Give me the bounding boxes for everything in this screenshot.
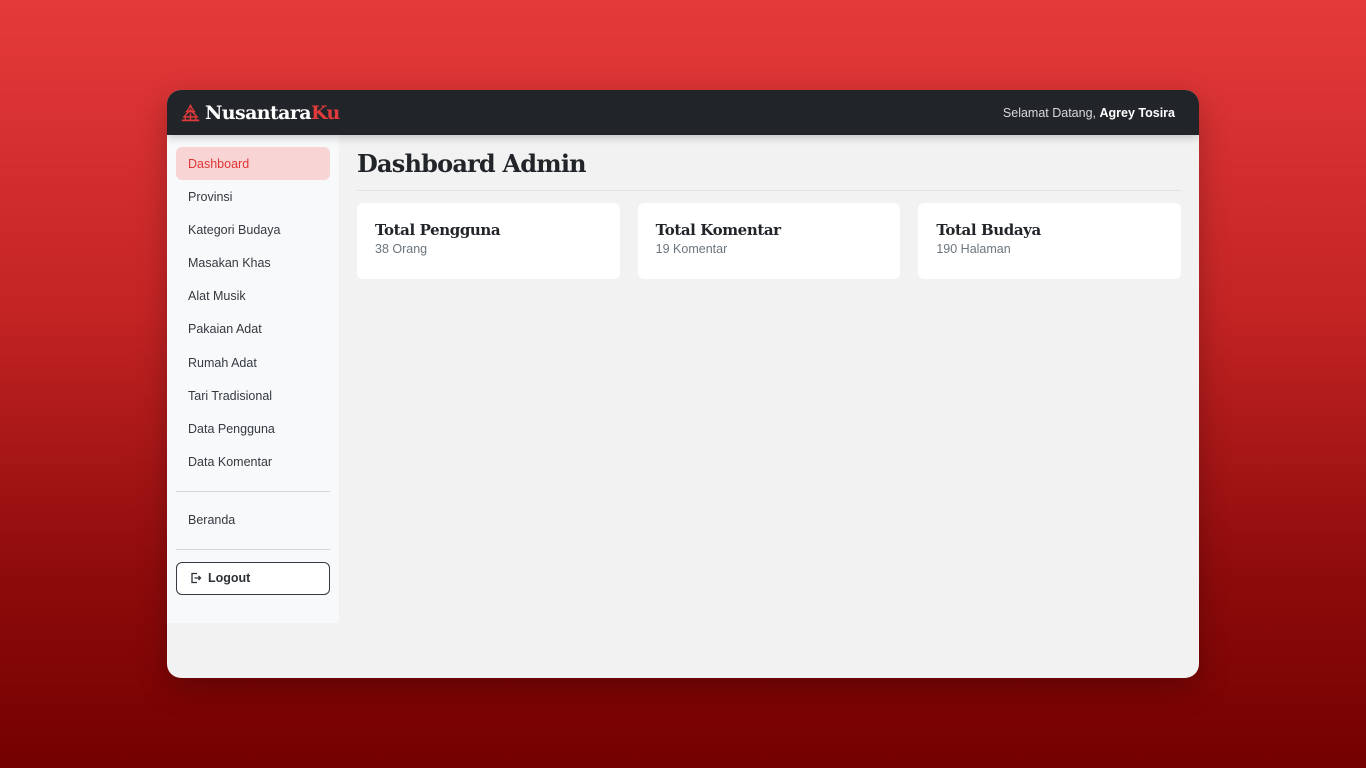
title-divider [357,190,1181,191]
brand-logo[interactable]: NusantaraKu [180,102,340,124]
sidebar-item-beranda[interactable]: Beranda [176,504,330,537]
top-navbar: NusantaraKu Selamat Datang, Agrey Tosira [167,90,1199,135]
sidebar-item-label: Pakaian Adat [188,322,262,337]
user-name: Agrey Tosira [1099,105,1176,120]
sidebar-item-masakan-khas[interactable]: Masakan Khas [176,247,330,280]
sidebar-item-rumah-adat[interactable]: Rumah Adat [176,346,330,379]
welcome-greeting: Selamat Datang, Agrey Tosira [1003,106,1175,120]
temple-icon [181,103,200,122]
sidebar-item-data-komentar[interactable]: Data Komentar [176,446,330,479]
app-window: NusantaraKu Selamat Datang, Agrey Tosira… [167,90,1199,678]
sidebar-item-label: Beranda [188,513,236,528]
stat-card-total-budaya: Total Budaya 190 Halaman [918,203,1182,279]
sidebar-item-label: Tari Tradisional [188,388,273,403]
sidebar-item-label: Provinsi [188,189,233,204]
sidebar-item-label: Masakan Khas [188,256,271,271]
stat-card-title: Total Pengguna [375,221,501,239]
stat-card-value: 190 Halaman [936,242,1011,256]
sidebar: Dashboard Provinsi Kategori Budaya Masak… [167,135,339,623]
logout-button[interactable]: Logout [176,561,330,595]
stat-card-value: 19 Komentar [655,242,728,256]
brand-name-part1: Nusantara [205,101,312,124]
sidebar-item-alat-musik[interactable]: Alat Musik [176,280,330,313]
stat-card-value: 38 Orang [375,242,428,256]
sidebar-divider [176,490,330,492]
sidebar-item-label: Data Pengguna [188,422,275,436]
stat-card-title: Total Budaya [936,221,1041,239]
sidebar-item-data-pengguna[interactable]: Data Pengguna [176,413,330,446]
sidebar-item-provinsi[interactable]: Provinsi [176,180,330,213]
sidebar-divider [176,548,330,550]
page-title: Dashboard Admin [357,149,587,178]
sidebar-item-tari-tradisional[interactable]: Tari Tradisional [176,379,330,412]
main-content: Dashboard Admin Total Pengguna 38 Orang … [357,135,1182,279]
sidebar-item-label: Data Komentar [188,455,273,470]
stat-card-total-komentar: Total Komentar 19 Komentar [637,203,901,279]
sidebar-item-label: Kategori Budaya [188,222,281,237]
logout-icon [191,573,202,584]
stat-card-total-pengguna: Total Pengguna 38 Orang [357,203,620,279]
logout-label: Logout [208,571,251,586]
sidebar-item-label: Dashboard [188,156,250,171]
sidebar-item-kategori-budaya[interactable]: Kategori Budaya [176,213,330,246]
sidebar-item-label: Alat Musik [188,289,246,304]
brand-name-part2: Ku [311,101,340,124]
sidebar-item-label: Rumah Adat [188,355,257,370]
greeting-prefix: Selamat Datang, [1002,105,1097,120]
sidebar-item-pakaian-adat[interactable]: Pakaian Adat [176,313,330,346]
sidebar-item-dashboard[interactable]: Dashboard [176,147,330,180]
stat-card-title: Total Komentar [655,221,781,239]
stats-cards: Total Pengguna 38 Orang Total Komentar 1… [357,203,1182,279]
